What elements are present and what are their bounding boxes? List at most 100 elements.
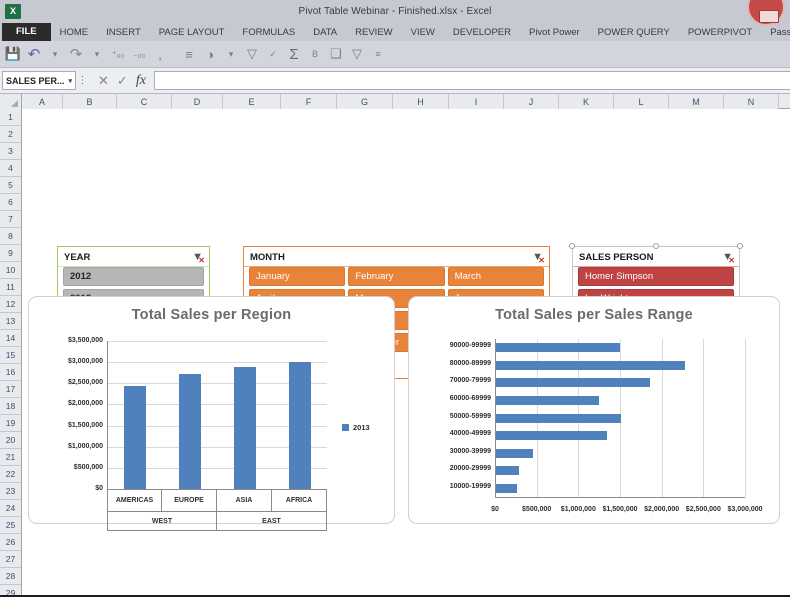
slicer-month-header: MONTH ▼ ✕ (244, 247, 549, 267)
comma-style-icon[interactable]: , (150, 44, 170, 64)
save-icon[interactable]: 💾 (3, 44, 23, 64)
row-header-7[interactable]: 7 (0, 211, 21, 228)
slicer-item-january[interactable]: January (249, 267, 346, 286)
row-header-18[interactable]: 18 (0, 398, 21, 415)
tab-review[interactable]: REVIEW (346, 25, 401, 41)
column-header-I[interactable]: I (449, 94, 504, 109)
column-header-B[interactable]: B (63, 94, 117, 109)
column-header-G[interactable]: G (337, 94, 393, 109)
tab-file[interactable]: FILE (2, 23, 51, 41)
tab-developer[interactable]: DEVELOPER (444, 25, 520, 41)
row-header-1[interactable]: 1 (0, 109, 21, 126)
row-header-11[interactable]: 11 (0, 279, 21, 296)
column-header-M[interactable]: M (669, 94, 724, 109)
increase-decimal-icon[interactable]: ⁺₀₀ (108, 44, 128, 64)
row-header-21[interactable]: 21 (0, 449, 21, 466)
column-header-D[interactable]: D (172, 94, 223, 109)
row-header-27[interactable]: 27 (0, 551, 21, 568)
tab-formulas[interactable]: FORMULAS (233, 25, 304, 41)
row-header-22[interactable]: 22 (0, 466, 21, 483)
row-header-17[interactable]: 17 (0, 381, 21, 398)
tab-insert[interactable]: INSERT (97, 25, 150, 41)
row-header-19[interactable]: 19 (0, 415, 21, 432)
tab-data[interactable]: DATA (304, 25, 346, 41)
row-header-25[interactable]: 25 (0, 517, 21, 534)
column-header-N[interactable]: N (724, 94, 779, 109)
redo-icon[interactable]: ↷ (66, 44, 86, 64)
chart-region-ytick: $3,500,000 (67, 337, 103, 344)
row-header-14[interactable]: 14 (0, 330, 21, 347)
row-header-24[interactable]: 24 (0, 500, 21, 517)
select-all-button[interactable] (0, 94, 22, 109)
tab-powerpivot[interactable]: POWERPIVOT (679, 25, 761, 41)
row-header-8[interactable]: 8 (0, 228, 21, 245)
format-painter-icon[interactable]: ✓ (263, 44, 283, 64)
row-header-28[interactable]: 28 (0, 568, 21, 585)
name-box[interactable]: SALES PER... ▾ (2, 71, 76, 90)
slicer-item-homer-simpson[interactable]: Homer Simpson (578, 267, 734, 286)
row-header-2[interactable]: 2 (0, 126, 21, 143)
row-header-26[interactable]: 26 (0, 534, 21, 551)
slicer-item-2012[interactable]: 2012 (63, 267, 204, 286)
fill-color-icon[interactable]: ◑ (200, 44, 220, 64)
chart-range-category-40000-49999: 40000-49999 (449, 430, 491, 438)
resize-handle-nw[interactable] (569, 243, 575, 249)
row-header-12[interactable]: 12 (0, 296, 21, 313)
tab-view[interactable]: VIEW (402, 25, 444, 41)
slicer-item-february[interactable]: February (348, 267, 445, 286)
column-header-E[interactable]: E (223, 94, 281, 109)
column-header-J[interactable]: J (504, 94, 559, 109)
row-header-10[interactable]: 10 (0, 262, 21, 279)
drag-handle-icon[interactable]: ⋮ (76, 75, 90, 86)
chevron-down-icon[interactable]: ▾ (68, 77, 75, 85)
new-comment-icon[interactable]: ❑ (326, 44, 346, 64)
decrease-decimal-icon[interactable]: ₋₀₀ (129, 44, 149, 64)
clear-filter-icon[interactable]: ▼ ✕ (192, 251, 205, 265)
tab-home[interactable]: HOME (51, 25, 98, 41)
row-header-3[interactable]: 3 (0, 143, 21, 160)
column-header-L[interactable]: L (614, 94, 669, 109)
row-header-13[interactable]: 13 (0, 313, 21, 330)
align-icon[interactable]: ≡ (179, 44, 199, 64)
row-header-16[interactable]: 16 (0, 364, 21, 381)
cancel-icon[interactable]: ✕ (98, 73, 109, 89)
tab-password[interactable]: Password (761, 25, 790, 41)
column-header-A[interactable]: A (22, 94, 63, 109)
column-header-K[interactable]: K (559, 94, 614, 109)
resize-handle-ne[interactable] (737, 243, 743, 249)
chart-range-plot: $0 $500,000 $1,000,000 $1,500,000 $2,000,000… (409, 297, 781, 525)
autosum-icon[interactable]: Σ (284, 44, 304, 64)
chart-total-sales-per-sales-range[interactable]: Total Sales per Sales Range $0 $500,000 $1… (408, 296, 780, 524)
bold-icon[interactable]: B (305, 44, 325, 64)
row-header-20[interactable]: 20 (0, 432, 21, 449)
row-header-4[interactable]: 4 (0, 160, 21, 177)
chart-range-bar (496, 395, 599, 405)
enter-icon[interactable]: ✓ (117, 73, 128, 89)
row-header-6[interactable]: 6 (0, 194, 21, 211)
clear-filter-icon[interactable]: ▼ ✕ (722, 251, 735, 265)
formula-input[interactable] (153, 71, 790, 90)
tab-page-layout[interactable]: PAGE LAYOUT (150, 25, 234, 41)
column-header-H[interactable]: H (393, 94, 449, 109)
resize-handle-n[interactable] (653, 243, 659, 249)
column-header-F[interactable]: F (281, 94, 337, 109)
tab-power-query[interactable]: POWER QUERY (589, 25, 679, 41)
fill-dropdown-icon[interactable]: ▾ (221, 44, 241, 64)
filter-icon[interactable]: ▽ (347, 44, 367, 64)
chart-total-sales-per-region[interactable]: Total Sales per Region $0 $500,000 $1,000,… (28, 296, 395, 531)
tab-pivot-power[interactable]: Pivot Power (520, 25, 589, 41)
row-header-15[interactable]: 15 (0, 347, 21, 364)
clear-filter-icon[interactable]: ▽ (242, 44, 262, 64)
undo-icon[interactable]: ↶ (24, 44, 44, 64)
redo-dropdown-icon[interactable]: ▾ (87, 44, 107, 64)
row-header-9[interactable]: 9 (0, 245, 21, 262)
row-header-23[interactable]: 23 (0, 483, 21, 500)
clear-filter-icon[interactable]: ▼ ✕ (532, 251, 545, 265)
customize-qat-icon[interactable]: ≡ (368, 44, 388, 64)
sheet-canvas[interactable]: YEAR ▼✕ 2012 2013 2014 MONTH ▼✕ January … (22, 109, 790, 597)
undo-dropdown-icon[interactable]: ▾ (45, 44, 65, 64)
row-header-5[interactable]: 5 (0, 177, 21, 194)
column-header-C[interactable]: C (117, 94, 172, 109)
insert-function-icon[interactable]: fx (136, 73, 146, 89)
slicer-item-march[interactable]: March (447, 267, 544, 286)
